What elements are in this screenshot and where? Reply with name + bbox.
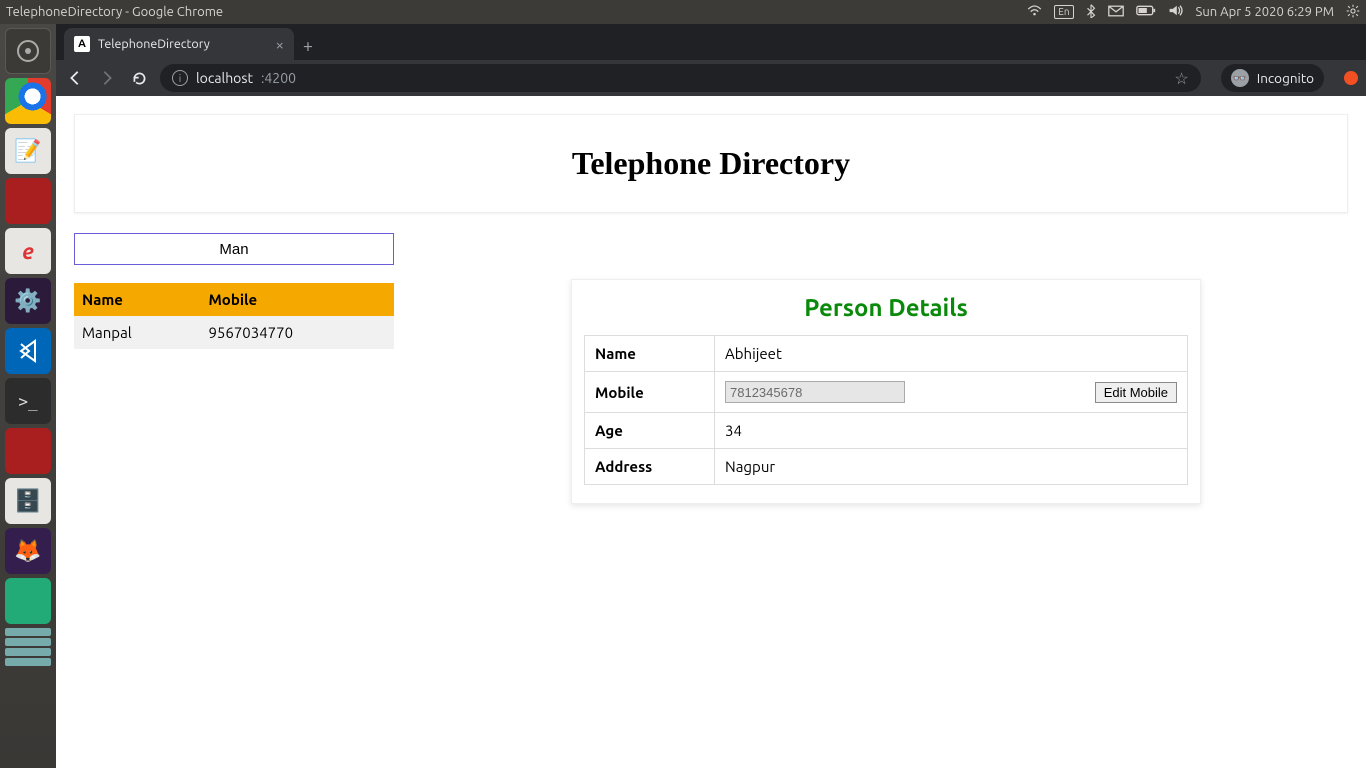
window-title: TelephoneDirectory - Google Chrome <box>6 5 223 19</box>
label-address: Address <box>585 449 715 485</box>
volume-icon[interactable] <box>1168 4 1184 20</box>
language-indicator[interactable]: En <box>1054 5 1073 19</box>
mobile-field <box>725 381 905 403</box>
launcher-files-icon[interactable]: 🗄️ <box>5 478 51 524</box>
wifi-icon[interactable] <box>1027 5 1042 20</box>
site-info-icon[interactable]: i <box>172 70 188 86</box>
search-input[interactable] <box>74 233 394 265</box>
launcher-text-editor-icon[interactable]: 📝 <box>5 128 51 174</box>
incognito-label: Incognito <box>1257 70 1314 86</box>
value-name: Abhijeet <box>715 336 1188 372</box>
label-name: Name <box>585 336 715 372</box>
tabstrip: A TelephoneDirectory × + <box>56 24 1366 60</box>
page-viewport: Telephone Directory Name Mobile <box>56 96 1366 768</box>
launcher-pdf-icon[interactable] <box>5 228 51 274</box>
reload-button[interactable] <box>128 67 150 89</box>
back-button[interactable] <box>64 67 86 89</box>
launcher-terminal-icon[interactable]: >_ <box>5 378 51 424</box>
launcher-app-icon[interactable] <box>5 178 51 224</box>
results-header-row: Name Mobile <box>74 283 394 316</box>
details-table: Name Abhijeet Mobile Edit Mobile <box>584 335 1188 485</box>
tab-title: TelephoneDirectory <box>98 37 210 51</box>
label-age: Age <box>585 413 715 449</box>
label-mobile: Mobile <box>585 372 715 413</box>
launcher: 📝 ⚙️ >_ 🗄️ 🦊 <box>0 24 56 768</box>
table-row[interactable]: Manpal 9567034770 <box>74 316 394 349</box>
launcher-app3-icon[interactable] <box>5 578 51 624</box>
col-mobile-header: Mobile <box>200 283 394 316</box>
favicon-icon: A <box>74 36 90 52</box>
browser-tab[interactable]: A TelephoneDirectory × <box>64 28 294 60</box>
close-tab-icon[interactable]: × <box>276 36 284 53</box>
incognito-icon: 👓 <box>1231 69 1249 87</box>
os-menubar: TelephoneDirectory - Google Chrome En Su… <box>0 0 1366 24</box>
col-name-header: Name <box>74 283 200 316</box>
details-heading: Person Details <box>584 294 1188 321</box>
bookmark-icon[interactable]: ☆ <box>1174 69 1188 88</box>
launcher-firefox-icon[interactable]: 🦊 <box>5 528 51 574</box>
results-table: Name Mobile Manpal 9567034770 <box>74 283 394 349</box>
battery-icon[interactable] <box>1136 5 1156 19</box>
launcher-dash-icon[interactable] <box>5 28 51 74</box>
launcher-app2-icon[interactable] <box>5 428 51 474</box>
browser-toolbar: i localhost :4200 ☆ 👓 Incognito <box>56 60 1366 96</box>
mail-icon[interactable] <box>1108 5 1124 20</box>
launcher-vscode-icon[interactable] <box>5 328 51 374</box>
value-age: 34 <box>715 413 1188 449</box>
page-title: Telephone Directory <box>75 145 1347 182</box>
clock[interactable]: Sun Apr 5 2020 6:29 PM <box>1196 5 1334 19</box>
url-host: localhost <box>196 70 253 86</box>
person-details-card: Person Details Name Abhijeet Mobile <box>571 279 1201 504</box>
incognito-indicator[interactable]: 👓 Incognito <box>1221 64 1324 92</box>
address-bar[interactable]: i localhost :4200 ☆ <box>160 64 1201 92</box>
browser-window: A TelephoneDirectory × + i localhost :420… <box>56 24 1366 768</box>
bluetooth-icon[interactable] <box>1086 4 1096 21</box>
forward-button[interactable] <box>96 67 118 89</box>
result-name: Manpal <box>74 316 200 349</box>
url-port: :4200 <box>261 70 296 86</box>
page-header-card: Telephone Directory <box>74 114 1348 213</box>
launcher-settings-icon[interactable]: ⚙️ <box>5 278 51 324</box>
new-tab-button[interactable]: + <box>294 32 322 60</box>
value-address: Nagpur <box>715 449 1188 485</box>
settings-gear-icon[interactable] <box>1346 4 1360 21</box>
launcher-running-apps <box>5 628 51 666</box>
profile-avatar-icon[interactable] <box>1344 71 1358 85</box>
edit-mobile-button[interactable]: Edit Mobile <box>1095 382 1177 403</box>
launcher-chrome-icon[interactable] <box>5 78 51 124</box>
result-mobile: 9567034770 <box>200 316 394 349</box>
